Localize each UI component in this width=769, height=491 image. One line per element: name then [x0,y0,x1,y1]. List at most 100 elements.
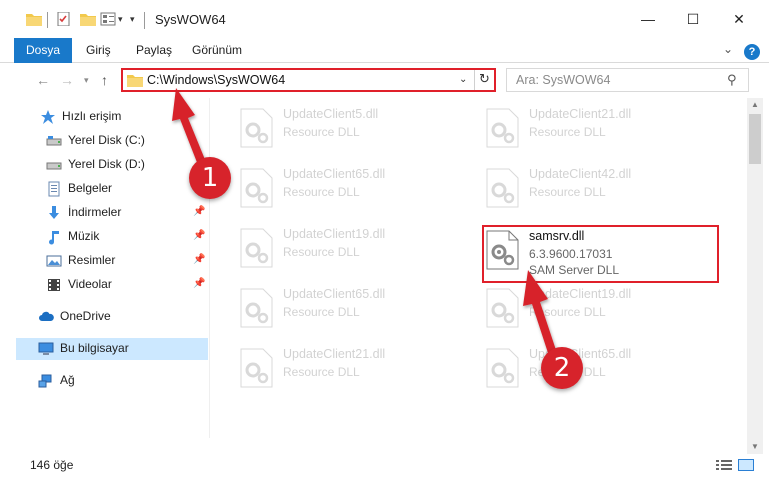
video-icon [48,279,60,291]
file-description: Resource DLL [529,185,606,199]
ribbon-tabs: Dosya Giriş Paylaş Görünüm ⌄ [0,38,769,63]
address-separator [474,70,475,90]
file-tile[interactable]: UpdateClient19.dll Resource DLL [211,220,451,274]
sidebar-item-videos[interactable]: Videolar 📌 [16,274,208,296]
close-button[interactable]: ✕ [724,8,754,30]
file-description: Resource DLL [283,245,360,259]
file-tile[interactable]: UpdateClient21.dll Resource DLL [211,340,451,394]
search-input[interactable]: Ara: SysWOW64 ⚲ [506,68,749,92]
new-folder-icon[interactable] [80,12,96,26]
sidebar-item-label: Yerel Disk (D:) [68,157,145,171]
forward-arrow-icon[interactable]: → [60,72,74,88]
dll-file-icon [240,228,273,268]
dll-file-icon [486,348,519,388]
pin-icon[interactable]: 📌 [193,278,205,289]
window-bottom-edge [0,476,769,491]
address-path[interactable]: C:\Windows\SysWOW64 [147,73,285,87]
maximize-button[interactable]: ☐ [678,8,708,30]
tiles-view-icon[interactable] [738,459,754,471]
download-icon [49,206,59,219]
title-separator [144,12,145,29]
customize-quick-access-icon[interactable]: ▾ [130,14,135,25]
properties-icon[interactable] [56,12,72,26]
music-icon [49,231,59,245]
sidebar-item-local-disk-d[interactable]: Yerel Disk (D:) [16,154,208,176]
sidebar-item-network[interactable]: Ağ [16,370,208,392]
file-tile[interactable]: UpdateClient65.dll Resource DLL [211,160,451,214]
back-arrow-icon[interactable]: ← [36,72,50,88]
chevron-down-icon[interactable]: ▾ [118,14,123,25]
documents-icon [48,181,60,197]
sidebar-item-label: Bu bilgisayar [60,341,129,355]
quick-access-separator [47,12,48,28]
dll-file-icon [240,288,273,328]
file-description: Resource DLL [283,365,360,379]
sidebar-item-this-pc[interactable]: Bu bilgisayar [16,338,208,360]
expand-ribbon-icon[interactable]: ⌄ [723,42,733,56]
computer-icon [38,342,54,355]
tab-view[interactable]: Görünüm [180,38,254,63]
help-icon[interactable]: ? [744,44,760,60]
up-arrow-icon[interactable]: ↑ [101,72,108,88]
window-title: SysWOW64 [155,12,226,27]
navigation-pane: Hızlı erişim Yerel Disk (C:) Yerel Disk … [0,98,210,438]
tab-home[interactable]: Giriş [74,38,123,63]
file-tile[interactable]: UpdateClient65.dll Resource DLL [211,280,451,334]
sidebar-item-label: Resimler [68,253,116,267]
file-name: UpdateClient19.dll [283,227,386,241]
sidebar-item-downloads[interactable]: İndirmeler 📌 [16,202,208,224]
view-options-icon[interactable] [100,12,116,26]
sidebar-item-label: İndirmeler [68,205,122,219]
folder-icon[interactable] [26,12,42,26]
drive-icon [46,162,62,170]
tab-file[interactable]: Dosya [14,38,72,63]
target-file-highlight [482,225,719,283]
sidebar-item-documents[interactable]: Belgeler [16,178,208,200]
network-icon [38,374,52,388]
file-name: UpdateClient21.dll [529,107,632,121]
sidebar-item-pictures[interactable]: Resimler 📌 [16,250,208,272]
details-view-icon[interactable] [716,459,732,471]
file-description: Resource DLL [283,185,360,199]
search-icon[interactable]: ⚲ [727,72,737,88]
file-description: Resource DLL [283,305,360,319]
file-name: UpdateClient65.dll [283,167,386,181]
step-2-callout: 2 [541,347,583,389]
file-tile[interactable]: UpdateClient19.dll Resource DLL [457,280,697,334]
cloud-icon [39,311,54,321]
sidebar-item-local-disk-c[interactable]: Yerel Disk (C:) [16,130,208,152]
pin-icon[interactable]: 📌 [193,206,205,217]
tab-share[interactable]: Paylaş [124,38,184,63]
item-count: 146 öğe [30,458,74,472]
dll-file-icon [240,348,273,388]
scroll-down-icon[interactable]: ▼ [751,442,759,451]
navigation-bar: ← → ▾ ↑ C:\Windows\SysWOW64 ⌄ ↻ Ara: Sys… [0,63,769,98]
file-description: Resource DLL [529,305,606,319]
pin-icon[interactable]: 📌 [193,230,205,241]
minimize-button[interactable]: — [633,8,663,30]
recent-locations-icon[interactable]: ▾ [84,75,89,86]
file-tile[interactable]: UpdateClient21.dll Resource DLL [457,100,697,154]
vertical-scrollbar[interactable]: ▲ ▼ [747,98,763,454]
address-bar[interactable]: C:\Windows\SysWOW64 ⌄ ↻ [121,68,496,92]
step-1-callout: 1 [189,157,231,199]
dll-file-icon [486,168,519,208]
scroll-up-icon[interactable]: ▲ [751,100,759,109]
file-description: Resource DLL [283,125,360,139]
star-icon [41,110,55,124]
sidebar-item-quick-access[interactable]: Hızlı erişim [16,106,208,128]
pin-icon[interactable]: 📌 [193,254,205,265]
scrollbar-thumb[interactable] [749,114,761,164]
sidebar-item-music[interactable]: Müzik 📌 [16,226,208,248]
refresh-icon[interactable]: ↻ [479,71,490,87]
file-tile[interactable]: UpdateClient42.dll Resource DLL [457,160,697,214]
file-name: UpdateClient42.dll [529,167,632,181]
sidebar-item-label: Videolar [68,277,112,291]
dll-file-icon [240,108,273,148]
chevron-down-icon[interactable]: ⌄ [459,74,467,85]
dll-file-icon [486,108,519,148]
dll-file-icon [486,288,519,328]
status-bar: 146 öğe [0,454,769,476]
sidebar-item-onedrive[interactable]: OneDrive [16,306,208,328]
file-tile[interactable]: UpdateClient5.dll Resource DLL [211,100,451,154]
